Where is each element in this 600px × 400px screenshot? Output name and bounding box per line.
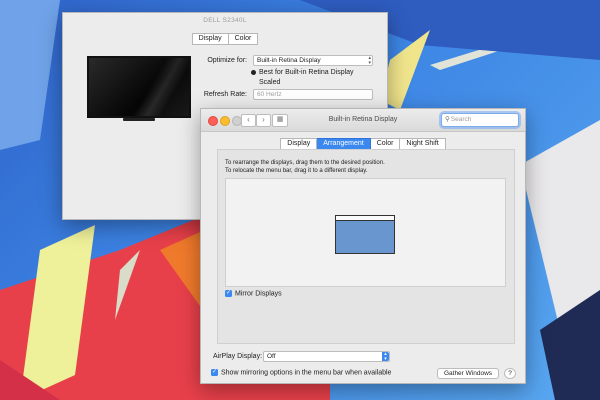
retina-titlebar: ‹ › ▦ Built-in Retina Display ⚲Search [201, 109, 525, 132]
airplay-popup[interactable]: Off ▴ ▾ [263, 351, 390, 362]
grid-icon[interactable]: ▦ [272, 114, 288, 127]
search-field[interactable]: ⚲Search [441, 113, 519, 127]
optimize-stepper-icon: ▴ ▾ [368, 55, 371, 66]
optimize-popup[interactable]: Built-in Retina Display ▴ ▾ [253, 55, 373, 66]
arrangement-area [225, 178, 506, 287]
display-thumbnail[interactable] [335, 215, 395, 254]
mirror-displays-row[interactable]: ✓ Mirror Displays [225, 290, 282, 297]
dell-tab-display[interactable]: Display [191, 33, 229, 45]
show-mirroring-label: Show mirroring options in the menu bar w… [221, 369, 392, 377]
mirror-label: Mirror Displays [235, 290, 282, 298]
instruction-line-2: To relocate the menu bar, drag it to a d… [225, 168, 368, 174]
airplay-stepper-icon: ▴ ▾ [382, 352, 389, 361]
forward-icon[interactable]: › [256, 114, 271, 127]
mirror-checkbox[interactable]: ✓ [225, 290, 232, 297]
search-icon: ⚲ [445, 116, 450, 123]
radio-scaled[interactable]: Scaled [259, 79, 280, 86]
optimize-label: Optimize for: [207, 57, 247, 64]
retina-window-title: Built-in Retina Display [328, 116, 398, 123]
airplay-label: AirPlay Display: [213, 353, 263, 360]
dell-tab-color[interactable]: Color [228, 33, 259, 45]
optimize-value: Built-in Retina Display [257, 57, 321, 64]
radio-best-dot-icon [251, 69, 256, 75]
refresh-value: 60 Hertz [257, 91, 282, 98]
dell-monitor-icon [87, 56, 191, 118]
refresh-label: Refresh Rate: [203, 91, 247, 98]
dell-monitor-stand [123, 118, 155, 121]
back-icon[interactable]: ‹ [241, 114, 256, 127]
show-mirroring-row[interactable]: ✓ Show mirroring options in the menu bar … [211, 369, 391, 376]
dell-window-title: DELL S2340L [63, 13, 387, 29]
radio-best-label: Best for Built-in Retina Display [259, 69, 354, 76]
radio-scaled-label: Scaled [259, 79, 281, 86]
retina-display-window[interactable]: ‹ › ▦ Built-in Retina Display ⚲Search Di… [200, 108, 526, 384]
gather-windows-button[interactable]: Gather Windows [437, 368, 499, 379]
search-placeholder: Search [450, 116, 472, 123]
menu-bar-thumbnail[interactable] [336, 216, 394, 221]
refresh-popup[interactable]: 60 Hertz [253, 89, 373, 100]
radio-best[interactable]: Best for Built-in Retina Display [251, 69, 354, 76]
close-button[interactable] [208, 116, 218, 126]
help-button[interactable]: ? [504, 368, 516, 379]
minimize-button[interactable] [220, 116, 230, 126]
dell-tab-bar: Display Color [63, 33, 387, 45]
show-mirroring-checkbox[interactable]: ✓ [211, 369, 218, 376]
airplay-value: Off [267, 353, 276, 360]
instruction-line-1: To rearrange the displays, drag them to … [225, 160, 385, 166]
arrangement-panel: To rearrange the displays, drag them to … [217, 149, 515, 344]
